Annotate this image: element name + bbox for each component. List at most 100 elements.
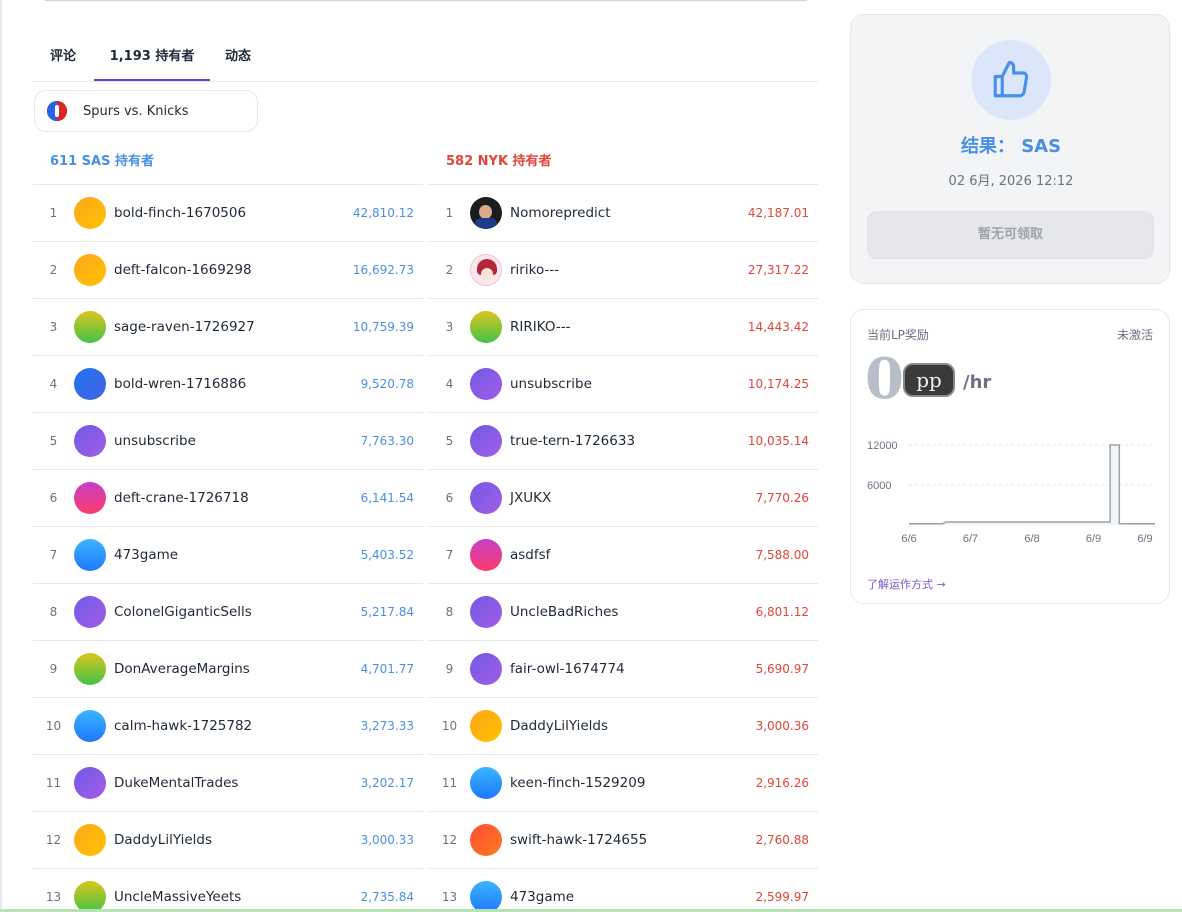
- holder-name[interactable]: sage-raven-1726927: [114, 319, 255, 335]
- holder-rank: 13: [45, 890, 62, 904]
- holder-row[interactable]: 5 unsubscribe 7,763.30: [33, 413, 423, 470]
- holder-row[interactable]: 3 sage-raven-1726927 10,759.39: [33, 299, 423, 356]
- holder-name[interactable]: RIRIKO---: [510, 319, 570, 335]
- holder-name[interactable]: UncleBadRiches: [510, 604, 618, 620]
- market-selector[interactable]: Spurs vs. Knicks: [34, 90, 258, 132]
- holder-name[interactable]: keen-finch-1529209: [510, 775, 645, 791]
- tab-activity[interactable]: 动态: [225, 36, 251, 81]
- avatar: [470, 197, 502, 229]
- holder-name[interactable]: DukeMentalTrades: [114, 775, 238, 791]
- holder-row[interactable]: 3 RIRIKO--- 14,443.42: [429, 299, 818, 356]
- holder-rank: 1: [49, 206, 58, 220]
- holder-name[interactable]: Nomorepredict: [510, 205, 611, 221]
- holder-row[interactable]: 13 473game 2,599.97: [429, 869, 818, 912]
- holder-name[interactable]: 473game: [114, 547, 178, 563]
- holder-name[interactable]: DaddyLilYields: [114, 832, 212, 848]
- holder-row[interactable]: 9 fair-owl-1674774 5,690.97: [429, 641, 818, 698]
- holder-rank: 7: [445, 548, 454, 562]
- tab-holders[interactable]: 1,193 持有者: [94, 36, 210, 81]
- avatar: [74, 311, 106, 343]
- holder-name[interactable]: ColonelGiganticSells: [114, 604, 252, 620]
- top-divider: [45, 0, 807, 1]
- holder-amount: 2,599.97: [755, 890, 809, 904]
- holder-amount: 6,801.12: [755, 605, 809, 619]
- holder-row[interactable]: 4 unsubscribe 10,174.25: [429, 356, 818, 413]
- holder-amount: 2,916.26: [755, 776, 809, 790]
- holder-name[interactable]: asdfsf: [510, 547, 550, 563]
- holder-rank: 4: [49, 377, 58, 391]
- holder-row[interactable]: 10 calm-hawk-1725782 3,273.33: [33, 698, 423, 755]
- holder-row[interactable]: 4 bold-wren-1716886 9,520.78: [33, 356, 423, 413]
- avatar: [470, 596, 502, 628]
- holder-row[interactable]: 8 ColonelGiganticSells 5,217.84: [33, 584, 423, 641]
- sas-holders-list: 1 bold-finch-1670506 42,810.12 2 deft-falcon…: [33, 185, 423, 912]
- holder-row[interactable]: 11 keen-finch-1529209 2,916.26: [429, 755, 818, 812]
- holder-name[interactable]: 473game: [510, 889, 574, 905]
- holder-amount: 3,202.17: [360, 776, 414, 790]
- holder-row[interactable]: 7 473game 5,403.52: [33, 527, 423, 584]
- holder-name[interactable]: DonAverageMargins: [114, 661, 250, 677]
- holder-name[interactable]: DaddyLilYields: [510, 718, 608, 734]
- nyk-holders-header: 582 NYK 持有者: [429, 142, 818, 185]
- avatar: [470, 824, 502, 856]
- learn-how-link[interactable]: 了解运作方式 →: [867, 576, 946, 592]
- chart-x-tick: 6/9: [1137, 533, 1152, 545]
- holder-row[interactable]: 1 bold-finch-1670506 42,810.12: [33, 185, 423, 242]
- holder-amount: 9,520.78: [360, 377, 414, 391]
- holder-row[interactable]: 6 deft-crane-1726718 6,141.54: [33, 470, 423, 527]
- holder-name[interactable]: unsubscribe: [114, 433, 196, 449]
- holder-name[interactable]: bold-finch-1670506: [114, 205, 246, 221]
- holder-amount: 27,317.22: [747, 263, 809, 277]
- holder-rank: 12: [441, 833, 458, 847]
- lp-reward-label: 当前LP奖励: [867, 328, 929, 342]
- holder-name[interactable]: deft-falcon-1669298: [114, 262, 252, 278]
- holder-amount: 42,187.01: [747, 206, 809, 220]
- holder-rank: 10: [45, 719, 62, 733]
- chart-y-tick: 6000: [867, 480, 891, 492]
- avatar: [74, 425, 106, 457]
- holder-name[interactable]: calm-hawk-1725782: [114, 718, 252, 734]
- lp-reward-unit: /hr: [963, 372, 992, 393]
- avatar: [74, 596, 106, 628]
- holder-name[interactable]: true-tern-1726633: [510, 433, 635, 449]
- holder-row[interactable]: 7 asdfsf 7,588.00: [429, 527, 818, 584]
- avatar: [74, 824, 106, 856]
- holder-row[interactable]: 6 JXUKX 7,770.26: [429, 470, 818, 527]
- holder-name[interactable]: JXUKX: [510, 490, 551, 506]
- holder-rank: 8: [445, 605, 454, 619]
- holder-name[interactable]: UncleMassiveYeets: [114, 889, 241, 905]
- result-card: 结果： SAS 02 6月, 2026 12:12 暂无可领取: [850, 14, 1170, 284]
- holder-rank: 4: [445, 377, 454, 391]
- avatar: [74, 881, 106, 912]
- holder-amount: 5,403.52: [360, 548, 414, 562]
- holder-name[interactable]: deft-crane-1726718: [114, 490, 249, 506]
- holder-row[interactable]: 2 deft-falcon-1669298 16,692.73: [33, 242, 423, 299]
- holder-rank: 2: [49, 263, 58, 277]
- tab-comments[interactable]: 评论: [50, 36, 76, 81]
- chart-x-tick: 6/8: [1024, 533, 1039, 545]
- holder-row[interactable]: 12 swift-hawk-1724655 2,760.88: [429, 812, 818, 869]
- holder-row[interactable]: 10 DaddyLilYields 3,000.36: [429, 698, 818, 755]
- avatar: [470, 539, 502, 571]
- market-label: Spurs vs. Knicks: [83, 103, 189, 119]
- pp-token-icon: pp: [903, 363, 955, 397]
- holder-name[interactable]: bold-wren-1716886: [114, 376, 246, 392]
- holder-rank: 12: [45, 833, 62, 847]
- chart-x-tick: 6/6: [901, 533, 916, 545]
- holder-row[interactable]: 8 UncleBadRiches 6,801.12: [429, 584, 818, 641]
- holder-name[interactable]: unsubscribe: [510, 376, 592, 392]
- holder-row[interactable]: 5 true-tern-1726633 10,035.14: [429, 413, 818, 470]
- holder-name[interactable]: fair-owl-1674774: [510, 661, 625, 677]
- holder-amount: 3,273.33: [360, 719, 414, 733]
- holder-row[interactable]: 1 Nomorepredict 42,187.01: [429, 185, 818, 242]
- holder-row[interactable]: 13 UncleMassiveYeets 2,735.84: [33, 869, 423, 912]
- holder-name[interactable]: ririko---: [510, 262, 559, 278]
- holder-row[interactable]: 9 DonAverageMargins 4,701.77: [33, 641, 423, 698]
- claim-button[interactable]: 暂无可领取: [867, 211, 1154, 259]
- holder-row[interactable]: 2 ririko--- 27,317.22: [429, 242, 818, 299]
- holder-row[interactable]: 12 DaddyLilYields 3,000.33: [33, 812, 423, 869]
- holder-name[interactable]: swift-hawk-1724655: [510, 832, 647, 848]
- holder-rank: 6: [445, 491, 454, 505]
- holder-rank: 9: [445, 662, 454, 676]
- holder-row[interactable]: 11 DukeMentalTrades 3,202.17: [33, 755, 423, 812]
